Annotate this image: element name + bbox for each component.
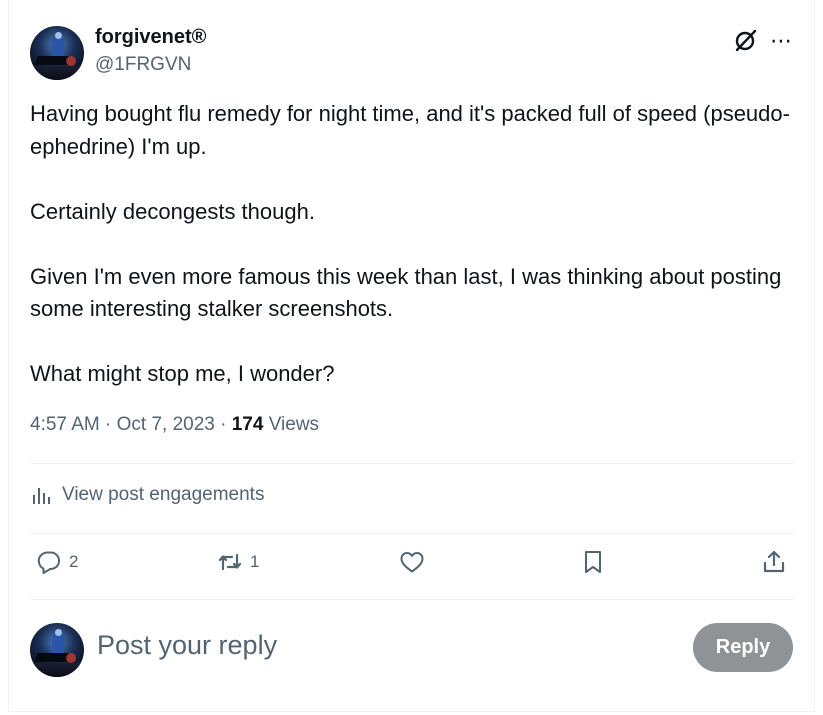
reply-action[interactable]: 2 [35, 548, 78, 576]
post-paragraph: What might stop me, I wonder? [30, 361, 335, 386]
engagements-label: View post engagements [62, 484, 265, 505]
reply-input[interactable]: Post your reply [97, 630, 277, 661]
repost-action[interactable]: 1 [216, 548, 259, 576]
share-action[interactable] [760, 548, 788, 576]
post-meta: 4:57 AM · Oct 7, 2023 · 174 Views [30, 414, 319, 436]
post-paragraph: Certainly decongests though. [30, 198, 315, 224]
grok-icon[interactable] [733, 27, 759, 53]
post-text: Having bought flu remedy for night time,… [30, 98, 800, 423]
repost-icon [218, 553, 242, 571]
action-bar: 2 1 [30, 548, 795, 588]
bookmark-icon [585, 551, 601, 573]
view-engagements-link[interactable]: View post engagements [30, 484, 264, 506]
reply-count: 2 [69, 552, 79, 571]
divider [30, 533, 795, 534]
views-count: 174 [231, 414, 264, 435]
analytics-icon [33, 488, 50, 504]
author-avatar[interactable] [30, 26, 84, 80]
bookmark-action[interactable] [579, 548, 607, 576]
post-paragraph: Given I'm even more famous this week tha… [30, 263, 782, 322]
more-options-icon[interactable]: ⋯ [770, 28, 793, 54]
heart-icon [400, 552, 424, 573]
author-handle[interactable]: @1FRGVN [95, 54, 191, 76]
user-avatar[interactable] [30, 623, 84, 677]
like-action[interactable] [398, 548, 426, 576]
post-time[interactable]: 4:57 AM [30, 414, 100, 435]
post-paragraph: Having bought flu remedy for night time,… [30, 101, 790, 159]
repost-count: 1 [250, 552, 260, 571]
meta-separator: · [105, 414, 112, 435]
views-label: Views [268, 414, 320, 435]
divider [30, 463, 795, 464]
reply-icon [37, 551, 60, 574]
meta-separator: · [220, 414, 227, 435]
divider [30, 599, 795, 600]
author-name[interactable]: forgivenet® [95, 26, 206, 49]
post-date[interactable]: Oct 7, 2023 [117, 414, 215, 435]
reply-button[interactable]: Reply [693, 623, 793, 672]
share-icon [763, 550, 785, 573]
